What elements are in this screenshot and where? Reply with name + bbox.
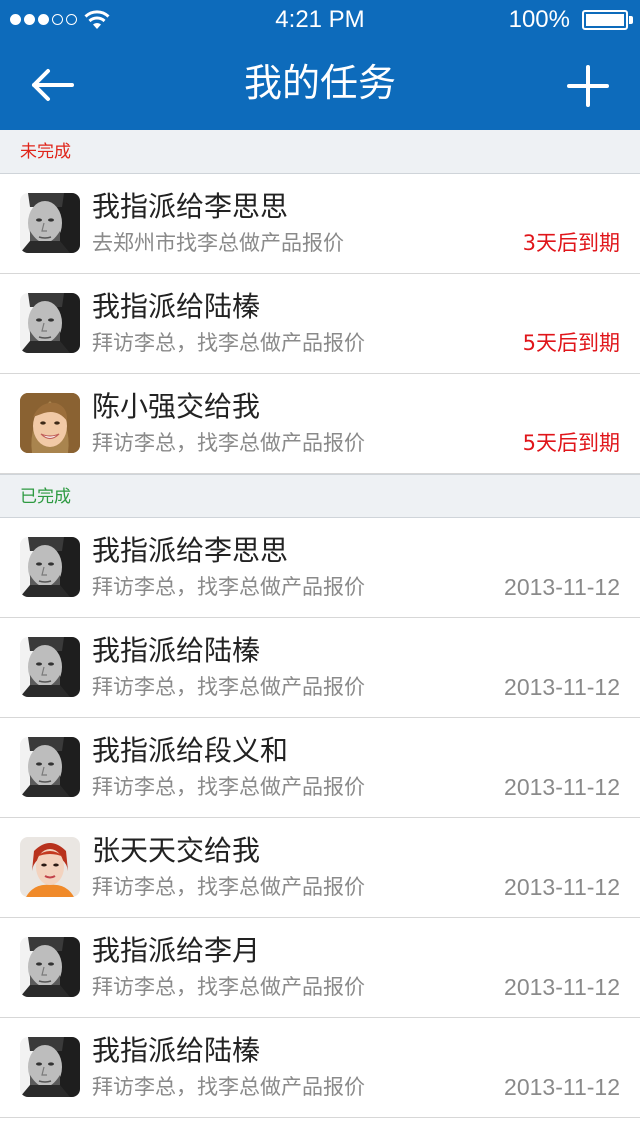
task-title: 我指派给陆榛	[92, 1034, 261, 1067]
page-title: 我的任务	[243, 61, 396, 105]
task-date: 2013-11-12	[504, 974, 620, 1000]
task-row[interactable]: 我指派给陆榛拜访李总，找李总做产品报价 2013-11-12	[0, 618, 640, 718]
section-header-pending: 未完成	[0, 130, 640, 174]
battery-icon	[582, 10, 628, 30]
task-date: 2013-11-12	[504, 674, 620, 700]
task-date: 2013-11-12	[504, 1074, 620, 1100]
task-row[interactable]: 我指派给李月拜访李总，找李总做产品报价 2013-11-12	[0, 918, 640, 1018]
task-date: 2013-11-12	[504, 574, 620, 600]
section-header-completed: 已完成	[0, 474, 640, 518]
battery-tip	[629, 16, 633, 24]
avatar	[20, 293, 80, 353]
task-row[interactable]: 陈小强交给我拜访李总，找李总做产品报价 5天后到期	[0, 374, 640, 474]
status-bar: 4:21 PM 100%	[0, 0, 640, 40]
task-description: 拜访李总，找李总做产品报价	[92, 331, 365, 355]
task-title: 张天天交给我	[92, 834, 261, 867]
task-title: 我指派给陆榛	[92, 634, 261, 667]
nav-bar: 4:21 PM 100% 我的任务	[0, 0, 640, 130]
task-title: 我指派给李月	[92, 934, 261, 967]
task-row[interactable]: 我指派给李思思拜访李总，找李总做产品报价 2013-11-12	[0, 518, 640, 618]
avatar	[20, 737, 80, 797]
battery-percentage: 100%	[508, 6, 570, 33]
task-title: 我指派给李思思	[92, 534, 289, 567]
task-title: 陈小强交给我	[92, 390, 261, 423]
task-description: 拜访李总，找李总做产品报价	[92, 1075, 365, 1099]
task-description: 拜访李总，找李总做产品报价	[92, 575, 365, 599]
task-description: 拜访李总，找李总做产品报价	[92, 431, 365, 455]
task-description: 拜访李总，找李总做产品报价	[92, 775, 365, 799]
task-description: 拜访李总，找李总做产品报价	[92, 875, 365, 899]
task-row[interactable]: 我指派给陆榛拜访李总，找李总做产品报价 2013-11-12	[0, 1018, 640, 1118]
task-row[interactable]: 我指派给李思思去郑州市找李总做产品报价 3天后到期	[0, 174, 640, 274]
avatar	[20, 537, 80, 597]
task-title: 我指派给李思思	[92, 190, 289, 223]
task-title: 我指派给段义和	[92, 734, 289, 767]
task-description: 拜访李总，找李总做产品报价	[92, 675, 365, 699]
add-task-icon[interactable]	[566, 64, 610, 108]
task-due-label: 5天后到期	[522, 331, 620, 355]
task-title: 我指派给陆榛	[92, 290, 261, 323]
task-description: 去郑州市找李总做产品报价	[92, 231, 344, 255]
avatar	[20, 637, 80, 697]
task-row[interactable]: 我指派给陆榛拜访李总，找李总做产品报价 5天后到期	[0, 274, 640, 374]
task-due-label: 3天后到期	[522, 231, 620, 255]
avatar	[20, 193, 80, 253]
task-list: 未完成 我指派给李思思 去郑州市找李总做产品报价 3天后到期 我指派给陆榛 拜访李总，找李…	[0, 130, 640, 1118]
avatar	[20, 937, 80, 997]
task-date: 2013-11-12	[504, 774, 620, 800]
task-date: 2013-11-12	[504, 874, 620, 900]
avatar	[20, 837, 80, 897]
task-description: 拜访李总，找李总做产品报价	[92, 975, 365, 999]
avatar	[20, 1037, 80, 1097]
task-row[interactable]: 我指派给段义和拜访李总，找李总做产品报价 2013-11-12	[0, 718, 640, 818]
avatar	[20, 393, 80, 453]
task-row[interactable]: 张天天交给我拜访李总，找李总做产品报价 2013-11-12	[0, 818, 640, 918]
task-due-label: 5天后到期	[522, 431, 620, 455]
